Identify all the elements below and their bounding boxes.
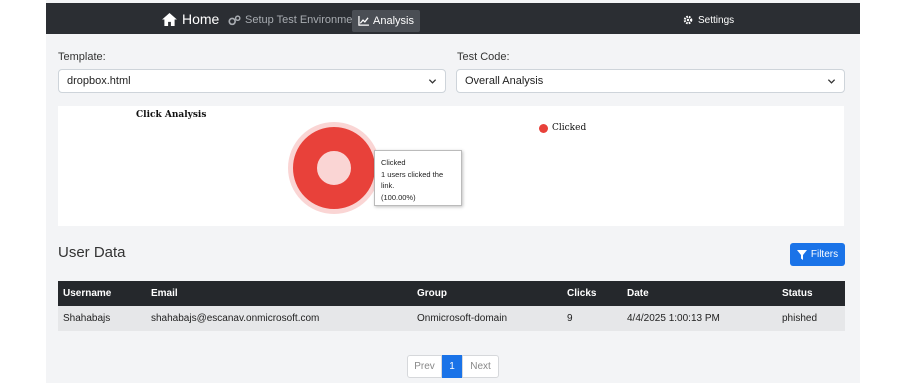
prev-page-button[interactable]: Prev	[407, 355, 442, 378]
nav-setup-link[interactable]: Setup Test Environment	[228, 10, 362, 30]
legend-marker	[539, 123, 548, 133]
nav-setup-label: Setup Test Environment	[245, 14, 362, 26]
tooltip-percent: (100.00%)	[381, 192, 416, 202]
chart-title: Click Analysis	[136, 110, 207, 120]
nav-analysis-link[interactable]: Analysis	[352, 10, 420, 32]
tooltip-line: 1 users clicked the link.	[381, 169, 444, 191]
table-row[interactable]: Shahabajs shahabajs@escanav.onmicrosoft.…	[58, 306, 845, 331]
tooltip-title: Clicked	[381, 158, 406, 167]
column-header[interactable]: Email	[146, 281, 412, 306]
test-code-label: Test Code:	[457, 51, 510, 63]
chart-legend[interactable]: Clicked	[539, 123, 586, 133]
home-icon	[162, 12, 177, 26]
legend-label: Clicked	[552, 123, 587, 133]
user-data-title: User Data	[58, 244, 126, 261]
test-code-select-value: Overall Analysis	[465, 75, 544, 87]
column-header[interactable]: Status	[777, 281, 845, 306]
gear-icon	[683, 15, 693, 25]
chevron-down-icon	[428, 79, 437, 84]
chart-card: Click Analysis Clicked Clicked 1 users c…	[58, 106, 844, 226]
chevron-down-icon	[827, 79, 836, 84]
cell-date: 4/4/2025 1:00:13 PM	[627, 313, 720, 324]
template-select-value: dropbox.html	[67, 75, 131, 87]
cell-clicks: 9	[567, 313, 573, 324]
cell-email: shahabajs@escanav.onmicrosoft.com	[151, 313, 320, 324]
column-header[interactable]: Clicks	[562, 281, 622, 306]
nav-analysis-label: Analysis	[373, 15, 414, 27]
donut-chart[interactable]	[284, 118, 384, 218]
filter-icon	[796, 249, 807, 260]
template-label: Template:	[58, 51, 106, 63]
page-button-current[interactable]: 1	[442, 355, 462, 378]
column-header[interactable]: Group	[412, 281, 562, 306]
gears-icon	[228, 14, 241, 25]
table-header-row: Username Email Group Clicks Date Status	[58, 281, 845, 306]
app: Home Setup Test Environment Analysis Set…	[46, 0, 860, 383]
test-code-select[interactable]: Overall Analysis	[456, 69, 845, 93]
filters-button[interactable]: Filters	[790, 243, 845, 266]
line-chart-icon	[358, 16, 369, 26]
nav-home-link[interactable]: Home	[162, 9, 219, 29]
cell-group: Onmicrosoft-domain	[417, 313, 508, 324]
navbar: Home Setup Test Environment Analysis Set…	[46, 3, 860, 34]
column-header[interactable]: Date	[622, 281, 777, 306]
next-page-button[interactable]: Next	[462, 355, 499, 378]
nav-settings-link[interactable]: Settings	[683, 10, 734, 30]
column-header[interactable]: Username	[58, 281, 146, 306]
nav-settings-label: Settings	[698, 14, 735, 26]
cell-username: Shahabajs	[63, 313, 111, 324]
nav-home-label: Home	[182, 11, 220, 27]
user-data-table: Username Email Group Clicks Date Status …	[58, 281, 845, 331]
filters-label: Filters	[810, 249, 839, 260]
cell-status: phished	[782, 313, 818, 324]
template-select[interactable]: dropbox.html	[58, 69, 446, 93]
chart-tooltip: Clicked 1 users clicked the link. (100.0…	[374, 150, 462, 206]
pagination: Prev 1 Next	[407, 355, 499, 378]
